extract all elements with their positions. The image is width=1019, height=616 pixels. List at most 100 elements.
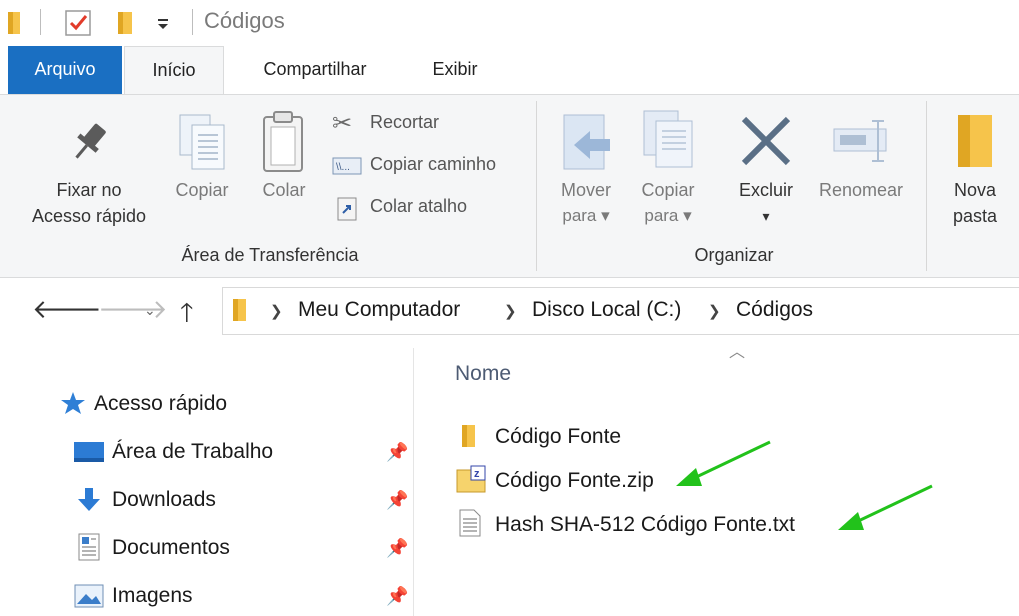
nav-item-documents[interactable]: Documentos 📌 [72, 532, 412, 566]
paste-shortcut-icon [336, 195, 358, 226]
annotation-arrow-icon [676, 440, 771, 486]
recent-locations-chevron-down-icon[interactable]: ⌄ [144, 302, 156, 319]
group-label-organize: Organizar [694, 245, 774, 265]
delete-button[interactable]: Excluir ▾ [728, 105, 804, 235]
pictures-label: Imagens [112, 584, 193, 607]
copy-path-label: Copiar caminho [370, 154, 497, 174]
pin-icon[interactable]: 📌 [386, 586, 408, 607]
properties-checkbox-icon[interactable] [64, 8, 94, 43]
zip-folder-icon: z [455, 464, 487, 501]
up-arrow-icon[interactable]: 🡑 [180, 294, 194, 338]
copy-to-icon [640, 109, 696, 176]
paste-shortcut-label: Colar atalho [370, 196, 468, 216]
breadcrumb-chevron-icon[interactable]: ❯ [504, 302, 517, 320]
pin-icon[interactable]: 📌 [386, 490, 408, 511]
move-to-label-2: para ▾ [562, 206, 610, 225]
move-to-label-1: Mover [560, 180, 611, 200]
paste-label: Colar [262, 180, 306, 200]
separator [40, 9, 41, 35]
rename-label: Renomear [818, 180, 904, 200]
download-arrow-icon [76, 486, 102, 519]
delete-label: Excluir [738, 180, 793, 200]
forward-arrow-icon[interactable]: 🡒 [98, 294, 168, 325]
folder-icon [461, 423, 477, 454]
text-file-icon [459, 509, 481, 542]
cut-label: Recortar [370, 112, 440, 132]
sort-ascending-icon: ︿ [729, 344, 746, 361]
back-arrow-icon[interactable]: 🡐 [32, 294, 102, 325]
file-row[interactable]: z Código Fonte.zip [455, 464, 875, 498]
svg-text:z: z [474, 468, 480, 480]
customize-toolbar-dropdown-icon[interactable] [156, 12, 170, 35]
tab-compartilhar[interactable]: Compartilhar [240, 46, 390, 94]
documents-label: Documentos [112, 536, 230, 559]
copy-label: Copiar [175, 180, 229, 200]
new-folder-label-1: Nova [953, 180, 997, 200]
separator [192, 9, 193, 35]
scissors-icon: ✂ [332, 110, 353, 137]
tab-inicio[interactable]: Início [124, 46, 224, 94]
copy-path-icon: \\... [332, 157, 362, 180]
copy-to-button[interactable]: Copiar para ▾ [628, 105, 708, 235]
pin-icon[interactable]: 📌 [386, 538, 408, 559]
breadcrumb-chevron-icon[interactable]: ❯ [708, 302, 721, 320]
tab-exibir[interactable]: Exibir [410, 46, 500, 94]
ribbon-tabs: Arquivo Início Compartilhar Exibir [0, 46, 1019, 94]
pane-divider[interactable] [413, 348, 414, 616]
downloads-label: Downloads [112, 488, 216, 511]
paste-button[interactable]: Colar [246, 105, 322, 225]
copy-icon [176, 111, 230, 178]
group-separator [536, 101, 537, 271]
nav-item-downloads[interactable]: Downloads 📌 [72, 484, 412, 518]
group-separator [926, 101, 927, 271]
file-row[interactable]: Hash SHA-512 Código Fonte.txt [455, 508, 875, 542]
new-folder-button[interactable]: Nova pasta [940, 105, 1010, 235]
pin-label-1: Fixar no [56, 180, 122, 200]
title-bar: Códigos [0, 0, 1019, 46]
rename-icon [832, 117, 896, 172]
move-to-button[interactable]: Mover para ▾ [548, 105, 624, 235]
pin-to-quick-access-button[interactable]: Fixar no Acesso rápido [14, 105, 164, 245]
breadcrumb-meu-computador[interactable]: Meu Computador [298, 298, 460, 322]
quick-access-label: Acesso rápido [94, 392, 228, 415]
svg-text:\\...: \\... [336, 162, 350, 173]
tab-arquivo[interactable]: Arquivo [8, 46, 122, 94]
column-header-name[interactable]: Nome [455, 362, 511, 386]
delete-x-icon [736, 111, 796, 176]
pin-label-2: Acesso rápido [31, 206, 147, 226]
pictures-icon [74, 584, 104, 613]
desktop-icon [74, 441, 104, 468]
breadcrumb-disco-local[interactable]: Disco Local (C:) [532, 298, 681, 322]
copy-path-button[interactable]: \\... Copiar caminho [332, 151, 522, 181]
move-to-icon [560, 113, 614, 178]
delete-dropdown-arrow[interactable]: ▾ [728, 203, 804, 229]
file-name: Código Fonte [495, 425, 622, 448]
rename-button[interactable]: Renomear [808, 105, 914, 225]
paste-shortcut-button[interactable]: Colar atalho [332, 193, 512, 223]
window-title: Códigos [204, 8, 285, 33]
document-icon [78, 533, 100, 566]
star-icon [60, 390, 86, 421]
annotation-arrow-icon [838, 484, 933, 530]
new-folder-icon[interactable] [118, 10, 134, 41]
copy-to-label-1: Copiar [641, 180, 695, 200]
copy-button[interactable]: Copiar [166, 105, 238, 225]
address-folder-icon [232, 297, 248, 328]
file-name: Hash SHA-512 Código Fonte.txt [495, 513, 795, 536]
nav-item-pictures[interactable]: Imagens 📌 [72, 580, 412, 614]
desktop-label: Área de Trabalho [112, 440, 274, 463]
file-name: Código Fonte.zip [495, 469, 654, 492]
breadcrumb-codigos[interactable]: Códigos [736, 298, 813, 322]
cut-button[interactable]: ✂ Recortar [332, 109, 512, 139]
nav-item-quick-access[interactable]: Acesso rápido [60, 388, 400, 422]
new-folder-label-2: pasta [952, 206, 998, 226]
group-label-clipboard: Área de Transferência [181, 245, 359, 265]
pin-icon [66, 119, 112, 170]
breadcrumb-chevron-icon[interactable]: ❯ [270, 302, 283, 320]
copy-to-label-2: para ▾ [644, 206, 692, 225]
ribbon: Fixar no Acesso rápido Copiar Colar ✂ Re… [0, 94, 1019, 278]
file-row[interactable]: Código Fonte [455, 420, 875, 454]
pin-icon[interactable]: 📌 [386, 442, 408, 463]
paste-icon [258, 109, 310, 180]
nav-item-desktop[interactable]: Área de Trabalho 📌 [72, 436, 412, 470]
